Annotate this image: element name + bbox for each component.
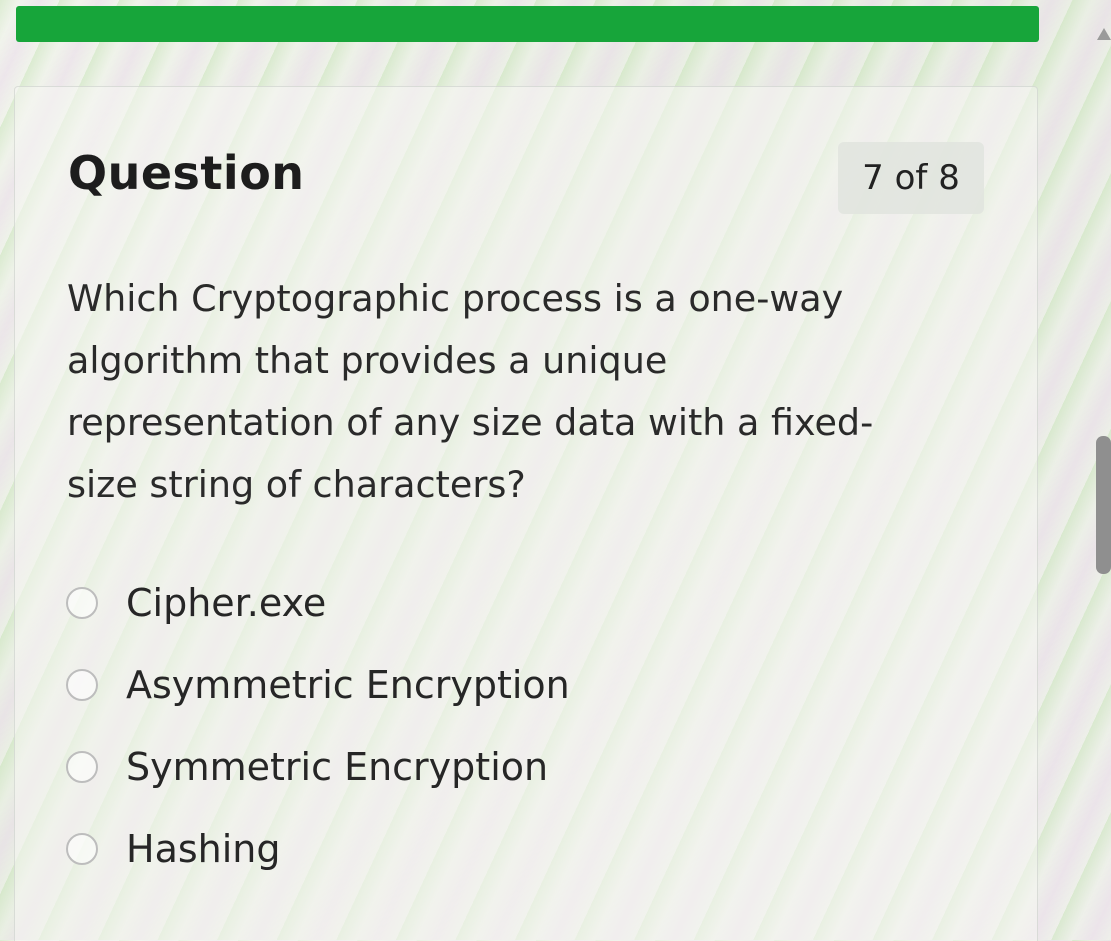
answer-option-label: Cipher.exe xyxy=(126,581,327,625)
answer-option-hashing[interactable]: Hashing xyxy=(66,808,766,890)
answer-option-label: Hashing xyxy=(126,827,281,871)
question-counter-text: 7 of 8 xyxy=(862,158,960,198)
progress-bar xyxy=(16,6,1039,42)
answer-option-label: Symmetric Encryption xyxy=(126,745,549,789)
question-text: Which Cryptographic process is a one-way… xyxy=(67,277,874,506)
answer-option-cipher-exe[interactable]: Cipher.exe xyxy=(66,562,766,644)
scrollbar-thumb[interactable] xyxy=(1096,436,1111,574)
answer-options: Cipher.exe Asymmetric Encryption Symmetr… xyxy=(66,562,766,890)
question-title: Question xyxy=(68,146,305,200)
answer-option-asymmetric-encryption[interactable]: Asymmetric Encryption xyxy=(66,644,766,726)
progress-bar-fill xyxy=(16,6,1039,42)
radio-button-icon[interactable] xyxy=(66,833,98,865)
scroll-up-icon[interactable] xyxy=(1097,28,1111,40)
answer-option-label: Asymmetric Encryption xyxy=(126,663,570,707)
radio-button-icon[interactable] xyxy=(66,669,98,701)
question-counter-badge: 7 of 8 xyxy=(838,142,984,214)
answer-option-symmetric-encryption[interactable]: Symmetric Encryption xyxy=(66,726,766,808)
radio-button-icon[interactable] xyxy=(66,587,98,619)
radio-button-icon[interactable] xyxy=(66,751,98,783)
